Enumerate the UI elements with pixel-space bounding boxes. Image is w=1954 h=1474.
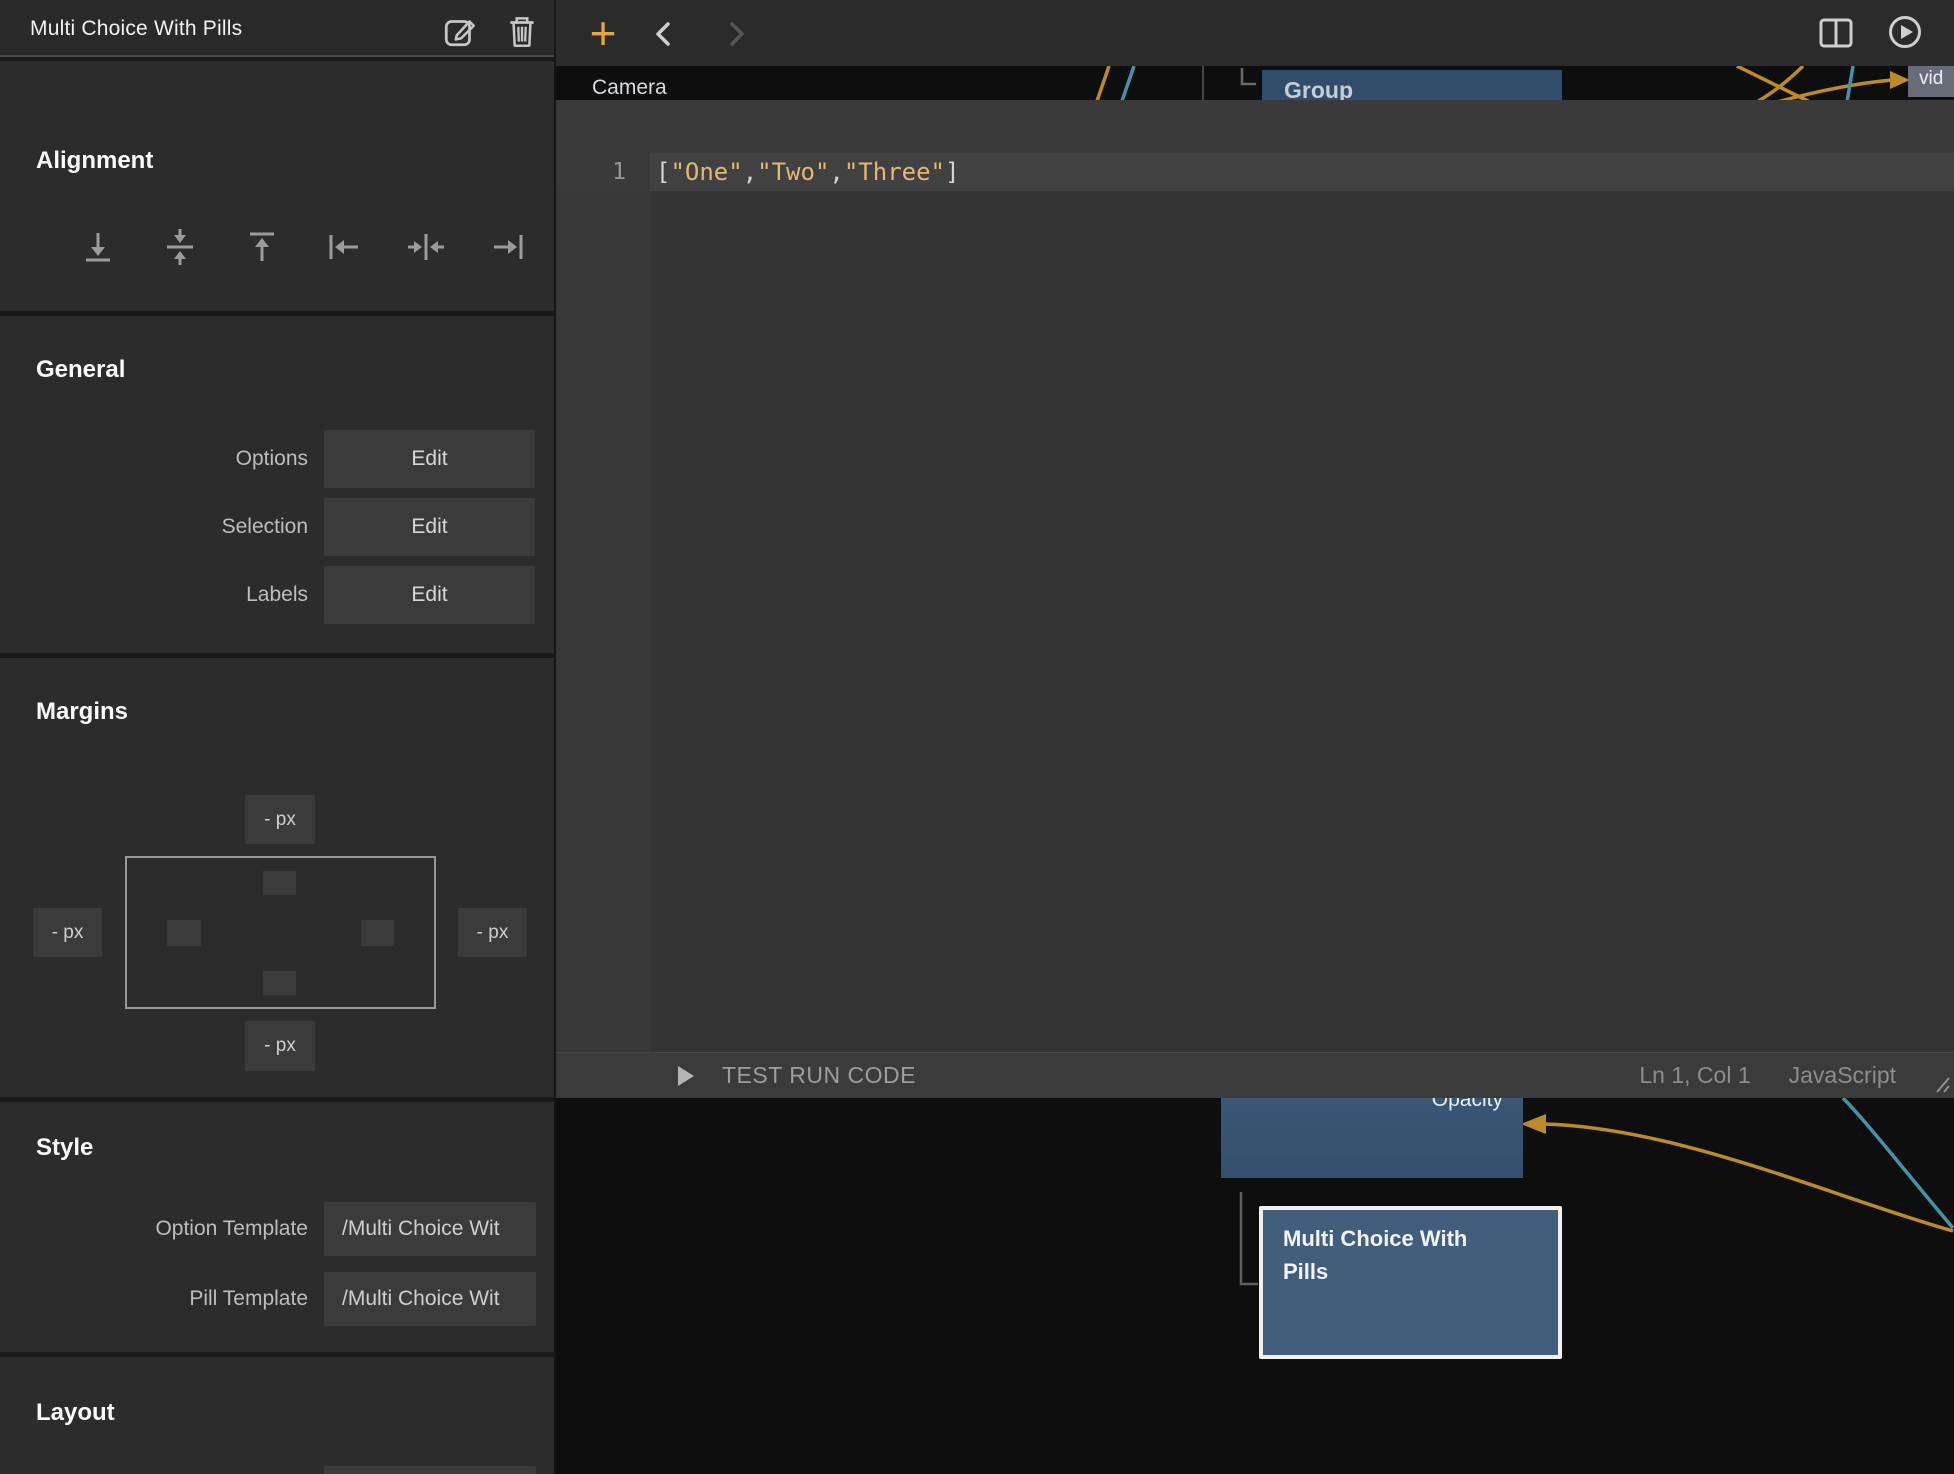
section-layout: Layout [0, 1357, 554, 1474]
code-token: "One" [670, 158, 742, 186]
align-horizontal-center-button[interactable] [401, 223, 451, 273]
resize-handle[interactable] [1927, 1074, 1951, 1094]
code-token: [ [656, 158, 670, 186]
labels-edit-button[interactable]: Edit [324, 566, 535, 624]
trash-icon [503, 12, 541, 50]
labels-label: Labels [0, 566, 308, 624]
patch-title: Multi Choice With Pills [30, 0, 242, 57]
align-bottom-button[interactable] [73, 223, 123, 273]
margins-preview-rect [125, 856, 436, 1009]
code-editor-popover: 1 ["One","Two","Three"] TEST RUN CODE Ln… [556, 100, 1954, 1098]
margin-bottom-handle [263, 971, 296, 995]
node-multi-choice-with-pills[interactable]: Multi Choice With Pills [1259, 1206, 1562, 1359]
section-general-title: General [36, 356, 125, 384]
chevron-left-icon [646, 16, 682, 52]
code-line-1[interactable]: 1 ["One","Two","Three"] [556, 153, 1954, 191]
section-alignment: Alignment [0, 61, 554, 311]
align-left-icon [324, 227, 364, 267]
cursor-position: Ln 1, Col 1 [1639, 1062, 1750, 1089]
section-layout-title: Layout [36, 1399, 115, 1427]
code-token: , [743, 158, 757, 186]
selection-edit-button[interactable]: Edit [324, 498, 535, 556]
play-circle-icon [1888, 15, 1922, 49]
test-run-code-button[interactable]: TEST RUN CODE [676, 1062, 916, 1089]
alignment-controls [0, 223, 554, 283]
align-vertical-center-icon [160, 227, 200, 267]
align-top-button[interactable] [237, 223, 287, 273]
margin-top-handle [263, 871, 296, 895]
margin-left-handle [167, 920, 201, 946]
layout-field[interactable] [324, 1466, 536, 1474]
editor-gutter [556, 191, 650, 1052]
editor-text-area[interactable] [650, 191, 1954, 1052]
pill-template-label: Pill Template [0, 1272, 308, 1326]
margin-top-input[interactable]: - px [245, 795, 315, 844]
align-right-button[interactable] [483, 223, 533, 273]
options-label: Options [0, 430, 308, 488]
chevron-right-icon [718, 16, 754, 52]
section-style: Style Option Template /Multi Choice Wit … [0, 1102, 554, 1352]
align-horizontal-center-icon [406, 227, 446, 267]
split-view-icon [1819, 18, 1853, 48]
graph-toolbar: + [556, 0, 1954, 66]
test-run-code-label: TEST RUN CODE [722, 1062, 916, 1089]
code-content[interactable]: ["One","Two","Three"] [650, 153, 1954, 191]
margin-bottom-input[interactable]: - px [245, 1021, 315, 1071]
section-margins-title: Margins [36, 698, 128, 726]
editor-status-bar: TEST RUN CODE Ln 1, Col 1 JavaScript [556, 1052, 1954, 1098]
add-patch-button[interactable]: + [580, 8, 626, 58]
align-right-icon [488, 227, 528, 267]
language-indicator[interactable]: JavaScript [1789, 1062, 1896, 1089]
split-view-button[interactable] [1819, 18, 1853, 48]
forward-button[interactable] [718, 16, 754, 52]
section-style-title: Style [36, 1134, 93, 1162]
margin-right-input[interactable]: - px [458, 908, 527, 957]
align-left-button[interactable] [319, 223, 369, 273]
inspector-header: Multi Choice With Pills [0, 0, 554, 57]
option-template-input[interactable]: /Multi Choice Wit [324, 1202, 536, 1256]
node-video[interactable]: vid [1908, 66, 1954, 97]
section-general: General Options Edit Selection Edit Labe… [0, 316, 554, 653]
pill-template-input[interactable]: /Multi Choice Wit [324, 1272, 536, 1326]
inspector-panel: Multi Choice With Pills Al [0, 0, 556, 1474]
align-bottom-icon [78, 227, 118, 267]
margin-right-handle [361, 920, 394, 946]
app-window: Camera Group vid Opacity Multi Choice Wi… [0, 0, 1954, 1474]
code-token: "Three" [844, 158, 945, 186]
option-template-label: Option Template [0, 1202, 308, 1256]
play-triangle-icon [676, 1064, 696, 1088]
back-button[interactable] [646, 16, 682, 52]
code-token: , [829, 158, 843, 186]
edit-pencil-icon [441, 12, 479, 50]
align-top-icon [242, 227, 282, 267]
rename-button[interactable] [441, 12, 479, 50]
code-token: ] [945, 158, 959, 186]
delete-button[interactable] [503, 12, 541, 50]
options-edit-button[interactable]: Edit [324, 430, 535, 488]
run-prototype-button[interactable] [1888, 15, 1922, 49]
margin-left-input[interactable]: - px [33, 908, 102, 957]
align-vertical-center-button[interactable] [155, 223, 205, 273]
section-margins: Margins - px - px - px - px [0, 658, 554, 1097]
node-video-label: vid [1919, 68, 1943, 90]
line-number: 1 [556, 153, 650, 191]
selection-label: Selection [0, 498, 308, 556]
node-camera[interactable]: Camera [592, 76, 667, 100]
code-token: "Two" [757, 158, 829, 186]
section-alignment-title: Alignment [36, 147, 153, 175]
node-multi-choice-label: Multi Choice With Pills [1283, 1222, 1518, 1288]
